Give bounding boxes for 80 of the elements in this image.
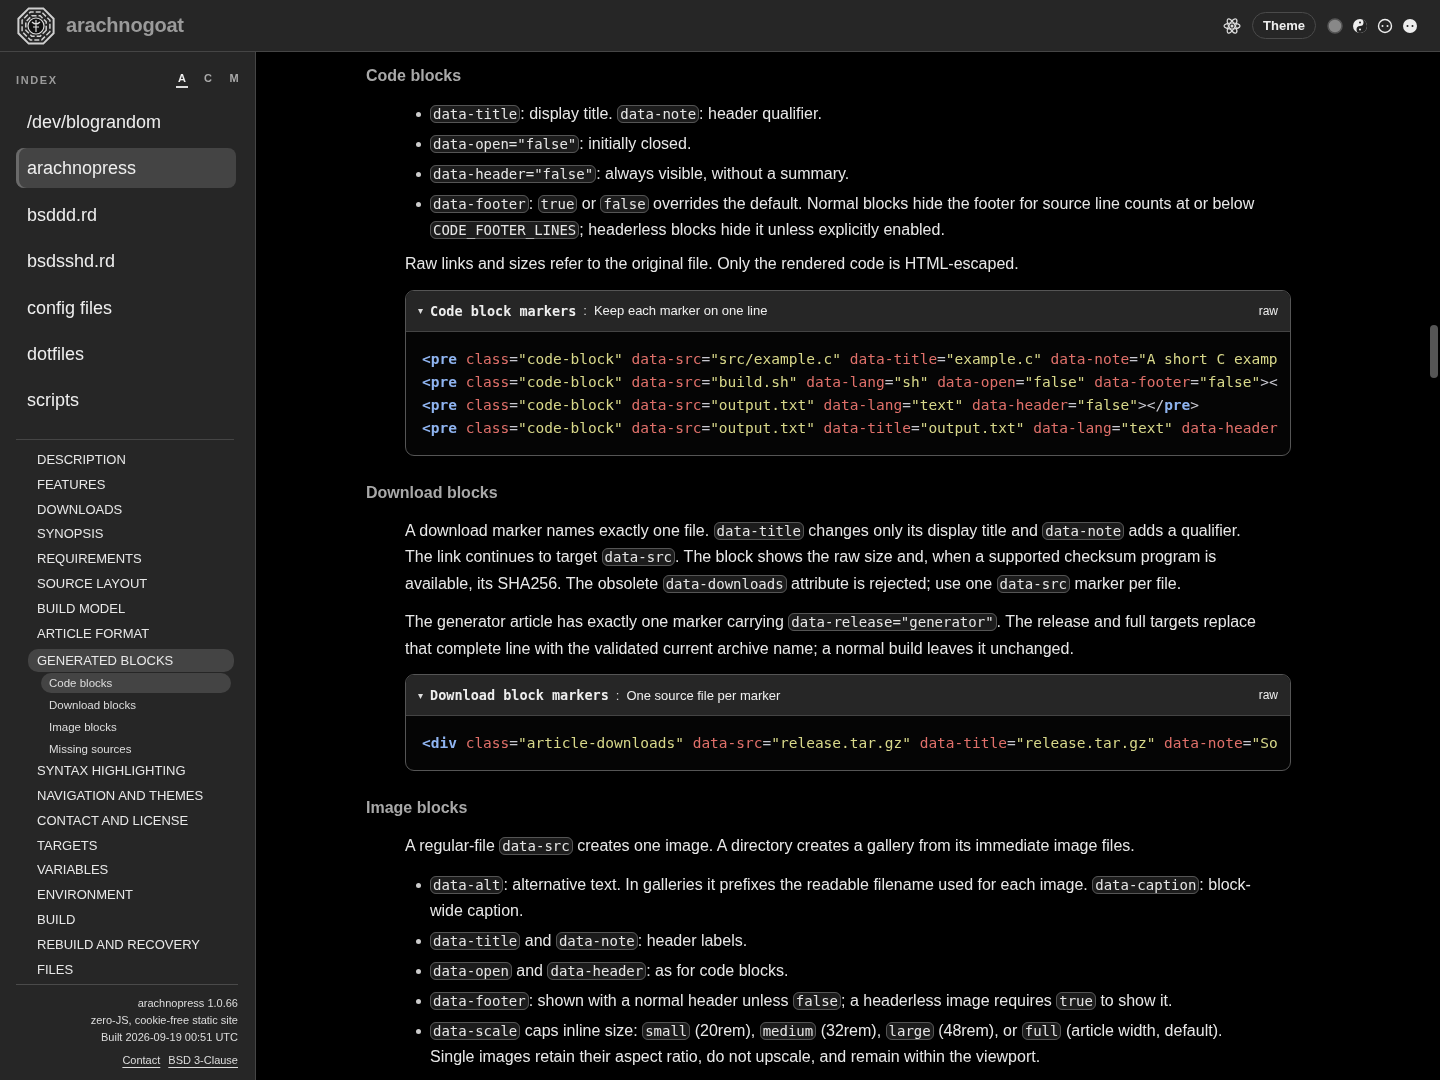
face-solid-icon[interactable] [1402, 17, 1418, 34]
section-link[interactable]: FILES [16, 960, 234, 980]
project-link[interactable]: bsddd.rd [16, 194, 236, 235]
theme-button[interactable]: Theme [1252, 12, 1316, 39]
sort-option[interactable]: M [228, 72, 240, 88]
paragraph: Raw links and sizes refer to the original file. Only the rendered code is HTML-escaped. [405, 254, 1020, 274]
footer-text: zero-JS, cookie-free static site [89, 1013, 238, 1028]
octagon-logo-icon[interactable] [16, 5, 56, 46]
footer-text: arachnopress 1.0.66 [136, 996, 238, 1011]
index-label: INDEX [16, 74, 58, 86]
footer-text: Built 2026-09-19 00:51 UTC [100, 1030, 238, 1045]
section-link[interactable]: SOURCE LAYOUT [16, 574, 234, 595]
section-link[interactable]: FEATURES [16, 474, 234, 495]
code-line: <pre class="code-block" data-src="output.txt" data-title="output.txt" data-lang="text" data-header [422, 418, 1278, 438]
separator-colon: : [583, 303, 587, 318]
section-heading: Download blocks [366, 483, 499, 502]
list-item-text: data-alt : alternative text. In galleries it prefixes the readable filename used for each image. data-caption : block-wide caption. [405, 871, 1267, 924]
scrollbar-thumb[interactable] [1430, 325, 1438, 378]
project-link[interactable]: dotfiles [16, 333, 236, 374]
face-outline-icon[interactable] [1377, 17, 1393, 34]
section-link[interactable]: SYNTAX HIGHLIGHTING [16, 760, 234, 781]
list-item-text: data-footer : shown with a normal header unless false ; a headerless image requires true to show it. [405, 987, 1267, 1014]
code-line: <div class="article-downloads" data-src="release.tar.gz" data-title="release.tar.gz" data-note="So [422, 734, 1278, 753]
section-link[interactable]: REQUIREMENTS [16, 549, 234, 570]
project-link[interactable]: scripts [16, 380, 236, 421]
section-link[interactable]: DOWNLOADS [16, 499, 234, 520]
project-link[interactable]: config files [16, 287, 236, 328]
project-link[interactable]: bsdsshd.rd [16, 241, 236, 282]
section-link[interactable]: DESCRIPTION [16, 449, 234, 470]
project-link[interactable]: arachnopress [16, 148, 236, 189]
project-link[interactable]: /dev/blograndom [16, 102, 236, 142]
list-item-text: data-header="false" : always visible, without a summary. [405, 161, 1267, 187]
code-line: <pre class="code-block" data-src="output.txt" data-lang="text" data-header="false"></pre> [422, 395, 1200, 415]
paragraph: A download marker names exactly one file. data-title changes only its display title and data-note adds a qualifier. The link continues to target data-src . The block shows the raw size and, when a supported checksum program is available, its SHA256. The obsolete data-downloads attribute is rejected; use one data-src marker per file. [405, 520, 1242, 595]
section-link[interactable]: BUILD [16, 910, 234, 931]
separator-colon: : [615, 687, 620, 703]
code-block-note: One source file per marker [626, 687, 782, 703]
atom-icon[interactable] [1223, 16, 1242, 35]
section-link[interactable]: SYNOPSIS [16, 524, 234, 545]
paragraph: A regular-file data-src creates one image. A directory creates a gallery from its immediate image files. [405, 836, 1136, 857]
code-block-title: Download block markers [430, 687, 609, 703]
footer-link[interactable]: Contact [122, 1054, 161, 1066]
section-link[interactable]: BUILD MODEL [16, 599, 234, 620]
section-link[interactable]: GENERATED BLOCKS [28, 648, 234, 672]
code-line: <pre class="code-block" data-src="src/example.c" data-title="example.c" data-note="A short C examp [422, 349, 1278, 369]
footer-link[interactable]: BSD 3-Clause [168, 1054, 238, 1066]
sort-option[interactable]: C [202, 72, 214, 88]
section-link[interactable]: ARTICLE FORMAT [16, 623, 234, 644]
list-item-text: data-title and data-note : header labels. [405, 927, 1267, 954]
code-block-header[interactable]: ▾ Download block markers : One source file per marker raw [406, 675, 1290, 716]
section-link[interactable]: NAVIGATION AND THEMES [16, 785, 234, 806]
section-heading: Image blocks [366, 799, 469, 817]
disc-icon[interactable] [1327, 17, 1343, 34]
section-link[interactable]: REBUILD AND RECOVERY [16, 935, 234, 956]
sort-option[interactable]: A [176, 72, 188, 88]
list-item-text: data-open="false" : initially closed. [405, 131, 1267, 157]
site-name[interactable]: arachnogoat [66, 14, 184, 37]
list-item-text: data-open and data-header : as for code blocks. [405, 957, 1267, 984]
raw-link[interactable]: raw [1258, 688, 1278, 702]
disclosure-toggle[interactable]: ▾ [418, 689, 423, 701]
section-heading: Code blocks [366, 67, 463, 85]
subsection-link[interactable]: Missing sources [41, 738, 231, 759]
code-block-title: Code block markers [430, 302, 577, 319]
section-link[interactable]: TARGETS [16, 835, 234, 856]
list-item-text: data-footer : true or false overrides the default. Normal blocks hide the footer for source line counts at or below CODE_FOOTER_LINES ; headerless blocks hide it unless explicitly enabled. [405, 191, 1267, 243]
code-block-note: Keep each marker on one line [593, 303, 769, 318]
disclosure-toggle[interactable]: ▾ [418, 305, 423, 316]
subsection-link[interactable]: Download blocks [41, 694, 231, 715]
paragraph: The generator article has exactly one marker carrying data-release="generator" . The release and full targets replace that complete line with the validated current archive name; a normal build leaves it unchanged. [405, 612, 1257, 659]
list-item-text: data-scale caps inline size: small (20rem), medium (32rem), large (48rem), or full (article width, default). Single images retain their aspect ratio, do not upscale, and remain within the viewport. [405, 1017, 1267, 1070]
code-block-header[interactable]: ▾ Code block markers : Keep each marker on one line raw [406, 290, 1290, 332]
section-link[interactable]: VARIABLES [16, 860, 234, 881]
section-link[interactable]: ENVIRONMENT [16, 885, 234, 906]
list-item-text: data-title : display title. data-note : header qualifier. [405, 101, 1267, 127]
subsection-link[interactable]: Image blocks [41, 716, 231, 737]
subsection-link[interactable]: Code blocks [41, 672, 231, 693]
code-line: <pre class="code-block" data-src="build.sh" data-lang="sh" data-open="false" data-footer="false">< [422, 372, 1278, 392]
section-link[interactable]: CONTACT AND LICENSE [16, 810, 234, 831]
yin-yang-icon[interactable] [1352, 17, 1368, 34]
raw-link[interactable]: raw [1258, 303, 1278, 318]
